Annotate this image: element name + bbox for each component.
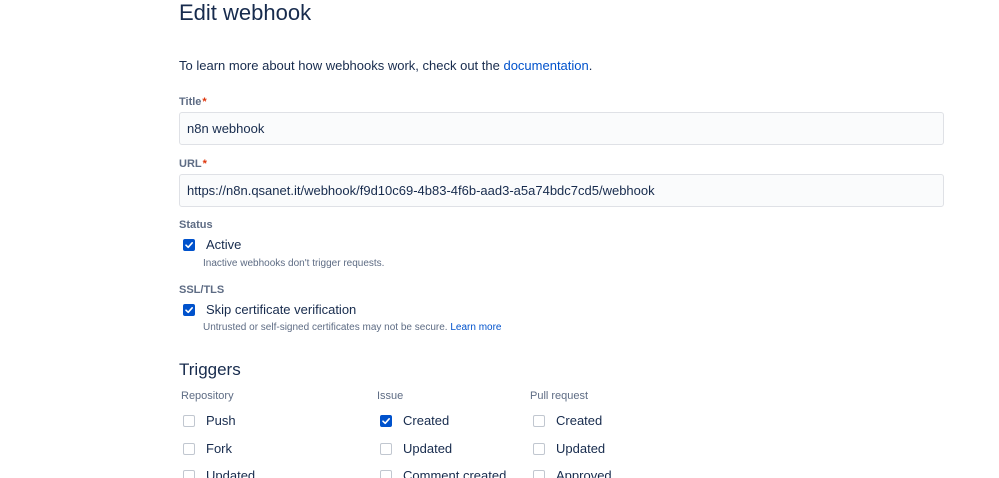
trigger-pull-request-updated[interactable]: Updated	[533, 440, 605, 458]
trigger-issue-created[interactable]: Created	[380, 412, 449, 430]
title-label-text: Title	[179, 96, 202, 108]
trigger-issue-comment-created-checkbox[interactable]	[380, 470, 392, 478]
trigger-repository-fork-checkbox[interactable]	[183, 443, 195, 455]
page-title: Edit webhook	[179, 0, 312, 25]
checkmark-icon	[185, 242, 193, 249]
skip-verification-help: Untrusted or self-signed certificates ma…	[203, 322, 501, 334]
trigger-column-pull-request-heading: Pull request	[530, 390, 589, 402]
title-required-mark: *	[202, 96, 207, 108]
checkmark-icon	[185, 307, 193, 314]
url-required-mark: *	[202, 158, 207, 170]
trigger-repository-fork-label: Fork	[206, 441, 232, 456]
triggers-title: Triggers	[179, 360, 241, 379]
intro-text-end: .	[588, 58, 593, 73]
trigger-repository-push-checkbox[interactable]	[183, 415, 195, 427]
trigger-repository-updated-label: Updated	[206, 468, 256, 478]
trigger-pull-request-updated-checkbox[interactable]	[533, 443, 545, 455]
trigger-issue-updated-checkbox[interactable]	[380, 443, 392, 455]
trigger-pull-request-approved[interactable]: Approved	[533, 467, 612, 478]
trigger-issue-comment-created-label: Comment created	[403, 468, 507, 478]
trigger-repository-push[interactable]: Push	[183, 412, 236, 430]
trigger-pull-request-created-checkbox[interactable]	[533, 415, 545, 427]
ssl-label: SSL/TLS	[179, 284, 225, 296]
url-label: URL*	[179, 157, 207, 171]
active-checkbox-row[interactable]: Active	[183, 236, 241, 254]
trigger-issue-created-label: Created	[403, 413, 450, 428]
title-input[interactable]	[179, 112, 944, 145]
trigger-pull-request-updated-label: Updated	[556, 441, 606, 456]
trigger-issue-updated-label: Updated	[403, 441, 453, 456]
documentation-link[interactable]: documentation	[503, 58, 588, 73]
active-label: Active	[206, 237, 242, 252]
status-label: Status	[179, 219, 213, 231]
url-input[interactable]	[179, 174, 944, 207]
trigger-pull-request-created-label: Created	[556, 413, 603, 428]
trigger-pull-request-approved-checkbox[interactable]	[533, 470, 545, 478]
skip-verification-checkbox[interactable]	[183, 304, 195, 316]
trigger-repository-updated[interactable]: Updated	[183, 467, 255, 478]
intro-text-body: To learn more about how webhooks work, c…	[179, 58, 504, 73]
trigger-repository-push-label: Push	[206, 413, 236, 428]
trigger-column-issue-heading: Issue	[377, 390, 404, 402]
title-label: Title*	[179, 95, 207, 109]
active-checkbox[interactable]	[183, 239, 195, 251]
trigger-column-repository-heading: Repository	[181, 390, 234, 402]
edit-webhook-page: Edit webhook To learn more about how web…	[0, 0, 999, 478]
skip-verification-checkbox-row[interactable]: Skip certificate verification	[183, 301, 356, 319]
skip-verification-help-text: Untrusted or self-signed certificates ma…	[203, 322, 451, 333]
trigger-repository-fork[interactable]: Fork	[183, 440, 232, 458]
trigger-pull-request-approved-label: Approved	[556, 468, 612, 478]
skip-verification-label: Skip certificate verification	[206, 302, 357, 317]
active-help-text: Inactive webhooks don't trigger requests…	[203, 258, 385, 269]
trigger-repository-updated-checkbox[interactable]	[183, 470, 195, 478]
trigger-pull-request-created[interactable]: Created	[533, 412, 602, 430]
checkmark-icon	[382, 418, 390, 425]
trigger-issue-updated[interactable]: Updated	[380, 440, 452, 458]
learn-more-link[interactable]: Learn more	[450, 322, 501, 333]
trigger-issue-created-checkbox[interactable]	[380, 415, 392, 427]
trigger-issue-comment-created[interactable]: Comment created	[380, 467, 506, 478]
intro-text: To learn more about how webhooks work, c…	[179, 58, 592, 74]
url-label-text: URL	[179, 158, 202, 170]
